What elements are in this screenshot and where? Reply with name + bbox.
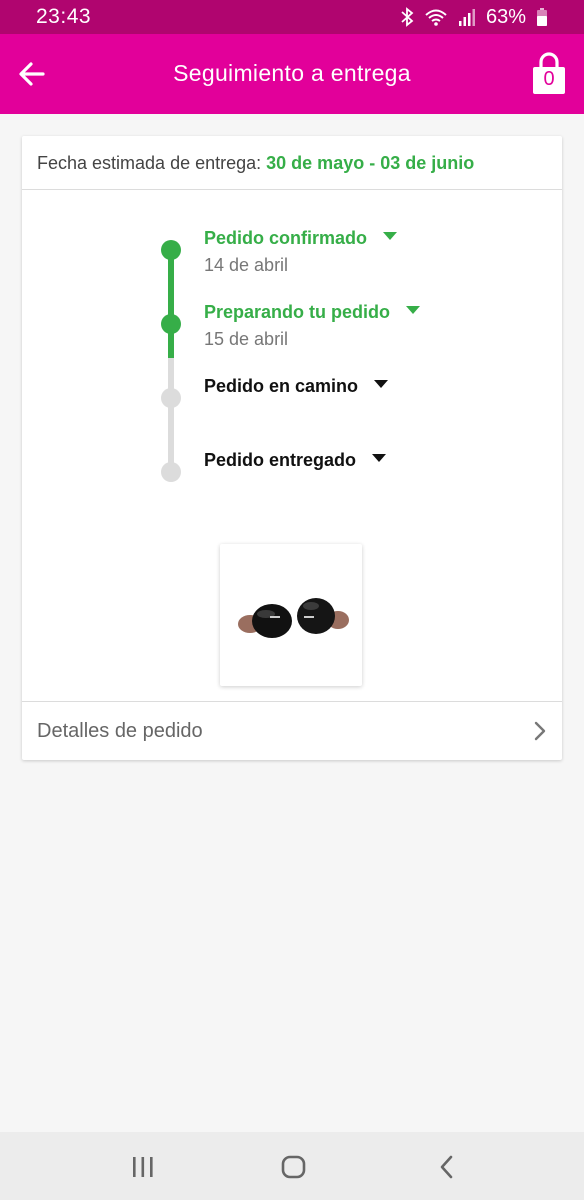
back-icon <box>440 1155 453 1179</box>
step-title: Preparando tu pedido <box>204 302 421 323</box>
timeline-dot-confirmed <box>161 240 181 260</box>
caret-down-icon <box>383 231 398 240</box>
status-icons: 63% <box>400 6 548 29</box>
home-button[interactable] <box>281 1154 307 1180</box>
timeline-step-confirmed[interactable]: Pedido confirmado 14 de abril <box>204 228 398 276</box>
cart-button[interactable]: 0 <box>530 52 568 96</box>
step-date: 15 de abril <box>204 329 289 349</box>
order-details-label: Detalles de pedido <box>37 719 203 742</box>
chevron-right-icon <box>534 721 546 741</box>
eta-value: 30 de mayo - 03 de junio <box>266 153 475 173</box>
timeline-connector <box>168 250 174 324</box>
timeline-dot-preparing <box>161 314 181 334</box>
signal-icon <box>458 9 475 26</box>
caret-down-icon <box>374 379 389 388</box>
timeline-dot-in-transit <box>161 388 181 408</box>
app-bar: Seguimiento a entrega 0 <box>0 34 584 114</box>
page-title: Seguimiento a entrega <box>173 60 411 86</box>
status-bar: 23:43 63% <box>0 0 584 34</box>
timeline-connector <box>168 398 174 472</box>
estimated-delivery-row: Fecha estimada de entrega: 30 de mayo - … <box>22 136 562 190</box>
step-title: Pedido en camino <box>204 376 389 397</box>
recent-apps-button[interactable] <box>130 1154 156 1180</box>
bluetooth-icon <box>401 7 414 27</box>
caret-down-icon <box>372 453 387 462</box>
step-title: Pedido confirmado <box>204 228 398 249</box>
timeline-step-delivered[interactable]: Pedido entregado <box>204 450 387 471</box>
battery-percent: 63% <box>485 5 526 28</box>
home-icon <box>281 1155 306 1179</box>
system-nav-bar <box>0 1132 584 1200</box>
tracking-card: Fecha estimada de entrega: 30 de mayo - … <box>22 136 562 760</box>
timeline-dot-delivered <box>161 462 181 482</box>
cart-count-badge: 0 <box>543 68 555 90</box>
wifi-icon <box>425 9 447 26</box>
eta-label: Fecha estimada de entrega: <box>37 153 262 173</box>
nav-back-button[interactable] <box>434 1154 460 1180</box>
recent-apps-icon <box>133 1157 153 1177</box>
battery-icon <box>537 8 547 26</box>
caret-down-icon <box>406 305 421 314</box>
earbuds-image <box>238 598 349 638</box>
timeline-step-in-transit[interactable]: Pedido en camino <box>204 376 389 397</box>
timeline-step-preparing[interactable]: Preparando tu pedido 15 de abril <box>204 302 421 350</box>
product-thumbnail[interactable] <box>220 544 362 686</box>
order-details-row[interactable]: Detalles de pedido <box>22 701 562 760</box>
delivery-timeline: Pedido confirmado 14 de abril Preparando… <box>22 190 562 520</box>
step-date: 14 de abril <box>204 255 289 275</box>
status-time: 23:43 <box>36 5 92 28</box>
step-title: Pedido entregado <box>204 450 387 471</box>
